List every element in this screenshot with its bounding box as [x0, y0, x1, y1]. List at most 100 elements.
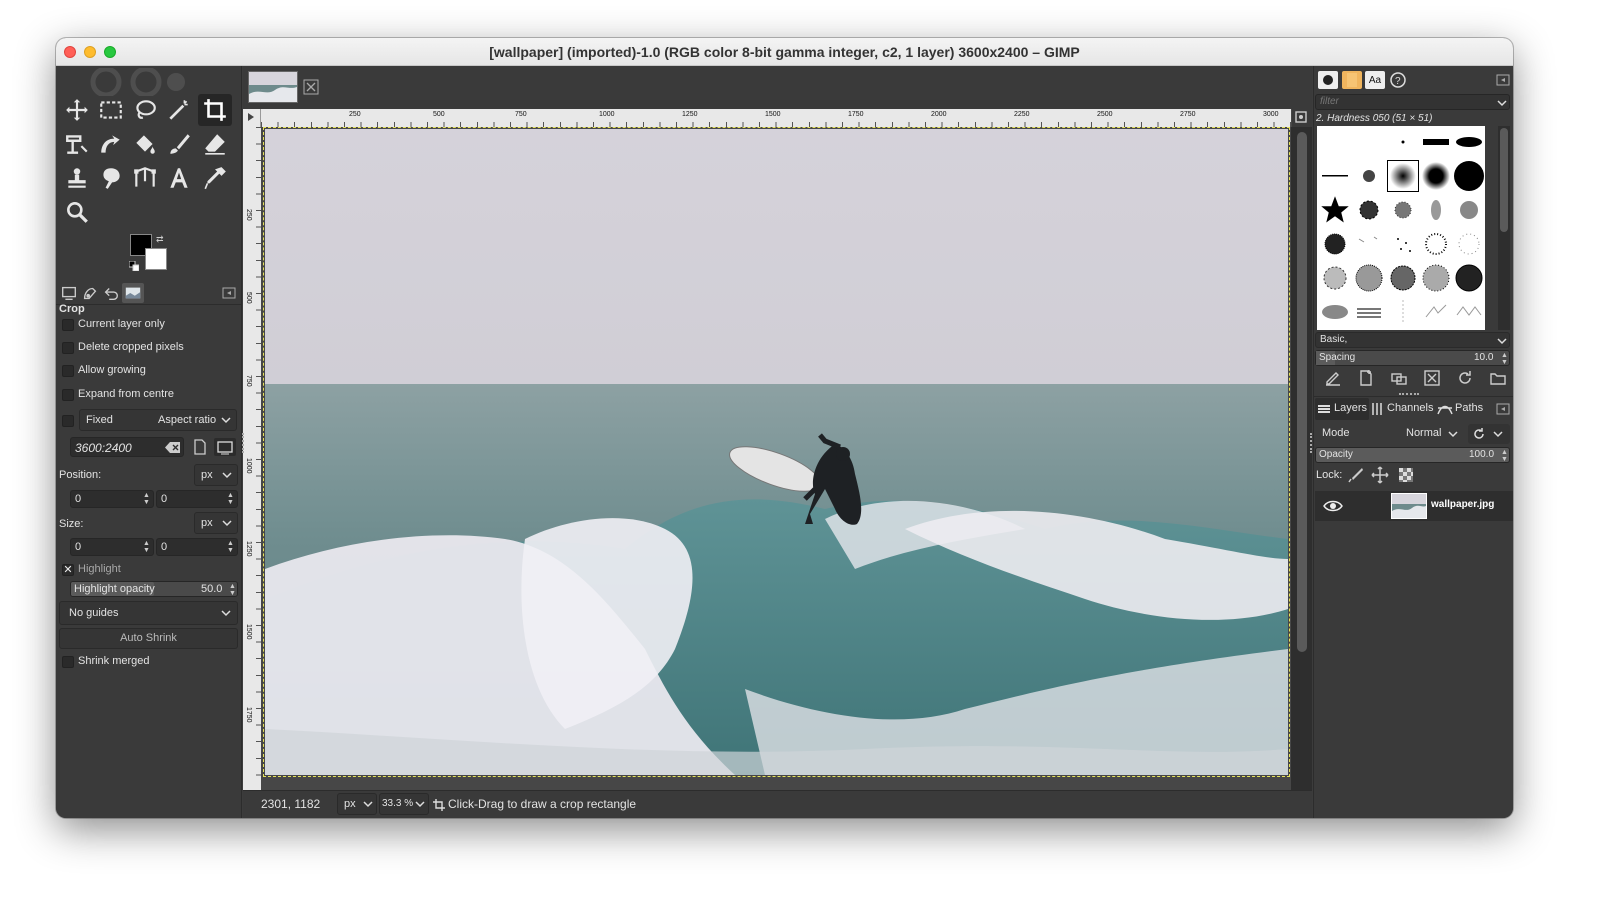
device-status-tab-icon[interactable]	[80, 283, 100, 303]
smudge-tool-icon[interactable]	[94, 162, 128, 194]
position-unit-dropdown[interactable]: px	[194, 464, 238, 486]
guides-dropdown[interactable]: No guides	[59, 601, 238, 625]
close-tab-icon[interactable]	[303, 79, 319, 95]
brush-item[interactable]	[1387, 296, 1419, 328]
text-tool-icon[interactable]	[162, 162, 196, 194]
brush-item[interactable]	[1319, 228, 1351, 260]
brush-item[interactable]	[1387, 194, 1419, 226]
fuzzy-select-tool-icon[interactable]	[162, 94, 196, 126]
brush-item[interactable]	[1353, 228, 1385, 260]
brush-item[interactable]	[1353, 262, 1385, 294]
portrait-icon[interactable]	[191, 438, 209, 456]
vertical-ruler[interactable]: 250 500 750 1000 1250 1500 1750	[243, 127, 261, 798]
size-h-field[interactable]: 0 ▲ ▼	[156, 538, 238, 556]
brush-item[interactable]	[1387, 228, 1419, 260]
expand-from-centre-checkbox[interactable]	[62, 389, 74, 401]
fixed-mode-dropdown[interactable]: Fixed Aspect ratio	[79, 409, 237, 431]
brush-item[interactable]	[1319, 160, 1351, 192]
help-tab-icon[interactable]: ?	[1388, 71, 1408, 89]
undo-history-tab-icon[interactable]	[101, 283, 121, 303]
fixed-checkbox[interactable]	[62, 415, 74, 427]
tab-layers[interactable]: Layers	[1315, 398, 1369, 420]
brush-item[interactable]	[1453, 126, 1485, 158]
brush-item[interactable]	[1319, 262, 1351, 294]
quick-mask-corner[interactable]	[243, 109, 261, 127]
spinner-icon[interactable]: ▲ ▼	[1501, 449, 1508, 463]
clone-tool-icon[interactable]	[60, 162, 94, 194]
brush-scrollbar[interactable]	[1498, 126, 1510, 330]
current-layer-only-checkbox[interactable]	[62, 319, 74, 331]
brush-item[interactable]	[1319, 194, 1351, 226]
zoom-dropdown[interactable]: 33.3 %	[379, 793, 429, 815]
visibility-eye-icon[interactable]	[1323, 498, 1343, 517]
position-y-field[interactable]: 0 ▲ ▼	[156, 490, 238, 508]
highlight-checkbox[interactable]: ✕	[62, 564, 74, 576]
canvas-area[interactable]	[261, 127, 1291, 798]
paintbrush-tool-icon[interactable]	[162, 128, 196, 160]
dock-menu-icon[interactable]	[222, 286, 236, 300]
allow-growing-checkbox[interactable]	[62, 365, 74, 377]
brush-item[interactable]	[1387, 262, 1419, 294]
spinner-icon[interactable]: ▲ ▼	[227, 492, 234, 506]
delete-cropped-checkbox[interactable]	[62, 342, 74, 354]
swap-colors-icon[interactable]: ⇄	[156, 234, 166, 244]
landscape-icon[interactable]	[214, 438, 236, 456]
horizontal-ruler[interactable]: 250 500 750 1000 1250 1500 1750 2000 225…	[261, 109, 1291, 127]
brush-preset-dropdown[interactable]: Basic,	[1315, 332, 1510, 348]
lasso-tool-icon[interactable]	[128, 94, 162, 126]
eraser-tool-icon[interactable]	[198, 128, 232, 160]
spinner-icon[interactable]: ▲ ▼	[227, 540, 234, 554]
zoom-window-button[interactable]	[104, 46, 116, 58]
unified-transform-tool-icon[interactable]	[60, 128, 94, 160]
brush-item-selected[interactable]	[1387, 160, 1419, 192]
refresh-brushes-icon[interactable]	[1454, 367, 1476, 389]
close-window-button[interactable]	[64, 46, 76, 58]
color-picker-tool-icon[interactable]	[198, 162, 232, 194]
status-unit-dropdown[interactable]: px	[337, 793, 377, 815]
dock-menu-icon[interactable]	[1496, 402, 1510, 416]
open-brush-as-image-icon[interactable]	[1487, 367, 1509, 389]
brush-item[interactable]	[1420, 194, 1452, 226]
tool-options-tab-icon[interactable]	[59, 283, 79, 303]
spinner-icon[interactable]: ▲ ▼	[229, 583, 236, 597]
shrink-merged-checkbox[interactable]	[62, 656, 74, 668]
patterns-tab-icon[interactable]	[1342, 71, 1362, 89]
spacing-slider[interactable]: Spacing 10.0 ▲ ▼	[1315, 350, 1510, 366]
brush-scroll-thumb[interactable]	[1500, 128, 1508, 232]
lock-position-icon[interactable]	[1370, 466, 1390, 484]
auto-shrink-button[interactable]: Auto Shrink	[59, 628, 238, 649]
brush-item[interactable]	[1319, 296, 1351, 328]
lock-pixels-icon[interactable]	[1346, 466, 1366, 484]
brush-item[interactable]	[1420, 296, 1452, 328]
zoom-image-icon[interactable]	[1292, 109, 1312, 127]
warp-transform-tool-icon[interactable]	[94, 128, 128, 160]
brush-item[interactable]	[1453, 160, 1485, 192]
mode-dropdown[interactable]: Mode Normal	[1315, 422, 1465, 446]
dock-resize-handle[interactable]	[1399, 393, 1419, 396]
brush-item[interactable]	[1453, 228, 1485, 260]
move-tool-icon[interactable]	[60, 94, 94, 126]
size-w-field[interactable]: 0 ▲ ▼	[70, 538, 154, 556]
delete-brush-icon[interactable]	[1421, 367, 1443, 389]
fonts-tab-icon[interactable]: Aa	[1365, 71, 1385, 89]
brush-item[interactable]	[1420, 126, 1452, 158]
default-colors-icon[interactable]	[128, 260, 140, 272]
brush-item[interactable]	[1353, 296, 1385, 328]
background-color-swatch[interactable]	[145, 248, 167, 270]
brush-item[interactable]	[1453, 194, 1485, 226]
position-x-field[interactable]: 0 ▲ ▼	[70, 490, 154, 508]
brush-item[interactable]	[1420, 160, 1452, 192]
brush-item[interactable]	[1453, 262, 1485, 294]
aspect-ratio-field[interactable]: 3600:2400	[70, 437, 184, 457]
images-tab-icon[interactable]	[122, 283, 144, 303]
zoom-tool-icon[interactable]	[60, 196, 94, 228]
vertical-scrollbar[interactable]	[1291, 127, 1312, 798]
dock-resize-handle[interactable]	[1310, 433, 1313, 453]
spinner-icon[interactable]: ▲ ▼	[143, 540, 150, 554]
image-tab-thumbnail[interactable]	[248, 71, 298, 103]
edit-brush-icon[interactable]	[1322, 367, 1344, 389]
dock-resize-handle[interactable]	[242, 433, 245, 453]
brush-item[interactable]	[1353, 160, 1385, 192]
lock-alpha-icon[interactable]	[1396, 466, 1416, 484]
brush-item[interactable]	[1420, 228, 1452, 260]
